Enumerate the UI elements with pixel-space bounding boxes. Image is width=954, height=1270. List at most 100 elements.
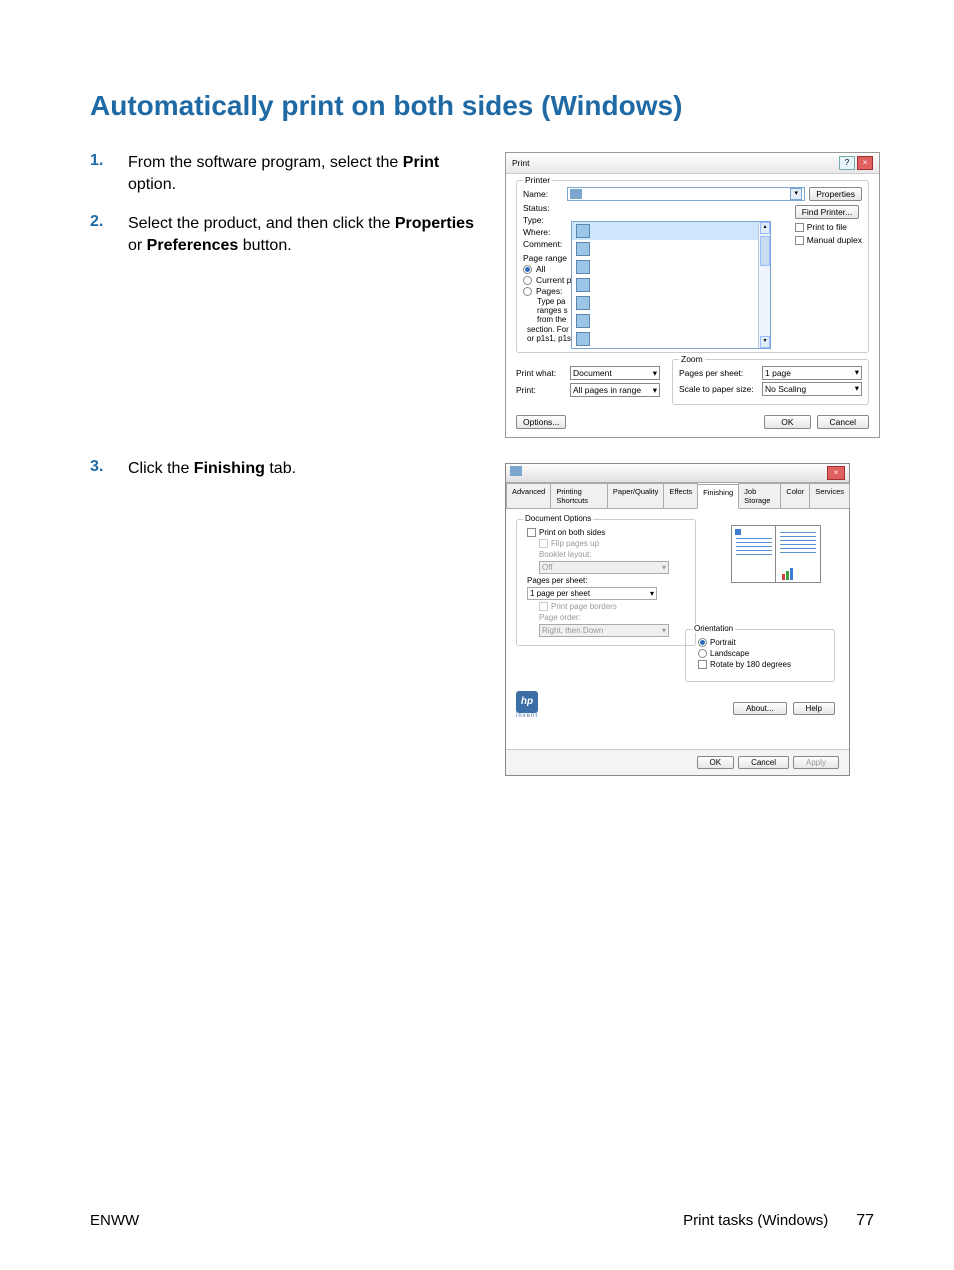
print-select[interactable]: All pages in range▾: [570, 383, 660, 397]
step-3: 3. Click the Finishing tab.: [90, 458, 490, 480]
properties-button[interactable]: Properties: [809, 187, 862, 201]
step-1: 1. From the software program, select the…: [90, 152, 490, 195]
printer-list-item[interactable]: [572, 294, 770, 312]
tab-job-storage[interactable]: Job Storage: [738, 483, 781, 508]
options-button[interactable]: Options...: [516, 415, 566, 429]
pages-per-sheet-label: Pages per sheet:: [527, 576, 587, 585]
properties-dialog: × Advanced Printing Shortcuts Paper/Qual…: [505, 463, 850, 776]
print-to-file-checkbox[interactable]: Print to file: [795, 222, 847, 232]
print-label: Print:: [516, 385, 566, 395]
cancel-button[interactable]: Cancel: [817, 415, 869, 429]
pps-label: Pages per sheet:: [679, 368, 743, 378]
chart-icon: [782, 568, 793, 580]
rotate-label: Rotate by 180 degrees: [710, 660, 791, 669]
printer-icon: [576, 332, 590, 346]
printer-list-item[interactable]: [572, 312, 770, 330]
printer-list-item[interactable]: [572, 222, 770, 240]
rotate-checkbox[interactable]: [698, 660, 707, 669]
print-both-sides-label: Print on both sides: [539, 528, 605, 537]
step-2-num: 2.: [90, 213, 128, 256]
portrait-label: Portrait: [710, 638, 736, 647]
help-icon[interactable]: ?: [839, 156, 855, 170]
print-dialog: Print ? × Printer Name:: [505, 152, 880, 438]
printer-icon: [576, 314, 590, 328]
step-3-post: tab.: [265, 460, 296, 477]
tab-finishing[interactable]: Finishing: [697, 484, 739, 509]
all-radio[interactable]: [523, 265, 532, 274]
tab-services[interactable]: Services: [809, 483, 850, 508]
chevron-down-icon[interactable]: ▾: [790, 188, 802, 200]
help-button[interactable]: Help: [793, 702, 835, 715]
tab-color[interactable]: Color: [780, 483, 810, 508]
tab-advanced[interactable]: Advanced: [506, 483, 551, 508]
print-both-sides-checkbox[interactable]: [527, 528, 536, 537]
step-2-bold2: Preferences: [147, 237, 239, 254]
booklet-select: Off▾: [539, 561, 669, 574]
tab-paper-quality[interactable]: Paper/Quality: [607, 483, 664, 508]
booklet-value: Off: [542, 563, 553, 572]
ok-button[interactable]: OK: [764, 415, 810, 429]
printer-name-select[interactable]: ▾: [567, 187, 805, 201]
pages-per-sheet-select[interactable]: 1 page per sheet▾: [527, 587, 657, 600]
step-2-pre: Select the product, and then click the: [128, 215, 395, 232]
scrollbar[interactable]: ▴ ▾: [758, 222, 770, 348]
name-label: Name:: [523, 189, 563, 199]
flip-pages-label: Flip pages up: [551, 539, 599, 548]
apply-button[interactable]: Apply: [793, 756, 839, 769]
type-label: Type:: [523, 215, 563, 225]
printer-list-item[interactable]: [572, 330, 770, 348]
pps-value: 1 page: [765, 368, 791, 378]
zoom-legend: Zoom: [679, 354, 705, 364]
printer-list-item[interactable]: [572, 240, 770, 258]
orientation-legend: Orientation: [692, 624, 735, 633]
tab-printing-shortcuts[interactable]: Printing Shortcuts: [550, 483, 608, 508]
pages-radio[interactable]: [523, 287, 532, 296]
scale-select[interactable]: No Scaling▾: [762, 382, 862, 396]
step-2: 2. Select the product, and then click th…: [90, 213, 490, 256]
print-what-label: Print what:: [516, 368, 566, 378]
printer-icon: [576, 224, 590, 238]
step-1-num: 1.: [90, 152, 128, 195]
ok-button[interactable]: OK: [697, 756, 735, 769]
flip-pages-checkbox: [539, 539, 548, 548]
current-label: Current p: [536, 275, 571, 285]
chevron-down-icon: ▾: [855, 367, 859, 378]
find-printer-button[interactable]: Find Printer...: [795, 205, 860, 219]
print-what-select[interactable]: Document▾: [570, 366, 660, 380]
print-what-value: Document: [573, 368, 612, 378]
landscape-radio[interactable]: [698, 649, 707, 658]
scale-label: Scale to paper size:: [679, 384, 754, 394]
step-3-num: 3.: [90, 458, 128, 480]
scroll-thumb[interactable]: [760, 236, 770, 266]
close-icon[interactable]: ×: [827, 466, 845, 480]
cancel-button[interactable]: Cancel: [738, 756, 789, 769]
printer-list-item[interactable]: [572, 276, 770, 294]
footer-left: ENWW: [90, 1212, 139, 1229]
landscape-label: Landscape: [710, 649, 749, 658]
step-2-mid: or: [128, 237, 147, 254]
about-button[interactable]: About...: [733, 702, 787, 715]
printer-small-icon: [510, 466, 522, 476]
printer-list-item[interactable]: [572, 258, 770, 276]
portrait-radio[interactable]: [698, 638, 707, 647]
tab-row: Advanced Printing Shortcuts Paper/Qualit…: [506, 483, 849, 509]
scroll-down-icon[interactable]: ▾: [760, 336, 770, 348]
page-number: 77: [856, 1212, 874, 1230]
step-3-bold: Finishing: [194, 460, 265, 477]
step-3-text: Click the Finishing tab.: [128, 458, 296, 480]
manual-duplex-checkbox[interactable]: Manual duplex: [795, 235, 862, 245]
printer-dropdown-list[interactable]: ▴ ▾: [571, 221, 771, 349]
hp-logo-icon: hp: [516, 691, 538, 713]
pages-label: Pages:: [536, 286, 562, 296]
comment-label: Comment:: [523, 239, 563, 249]
print-borders-checkbox: [539, 602, 548, 611]
close-icon[interactable]: ×: [857, 156, 873, 170]
chevron-down-icon: ▾: [855, 383, 859, 394]
pages-per-sheet-select[interactable]: 1 page ▾: [762, 366, 862, 380]
current-radio[interactable]: [523, 276, 532, 285]
print-dialog-title: Print: [512, 158, 529, 168]
printer-icon: [576, 278, 590, 292]
page-heading: Automatically print on both sides (Windo…: [90, 90, 874, 122]
scroll-up-icon[interactable]: ▴: [760, 222, 770, 234]
tab-effects[interactable]: Effects: [663, 483, 698, 508]
